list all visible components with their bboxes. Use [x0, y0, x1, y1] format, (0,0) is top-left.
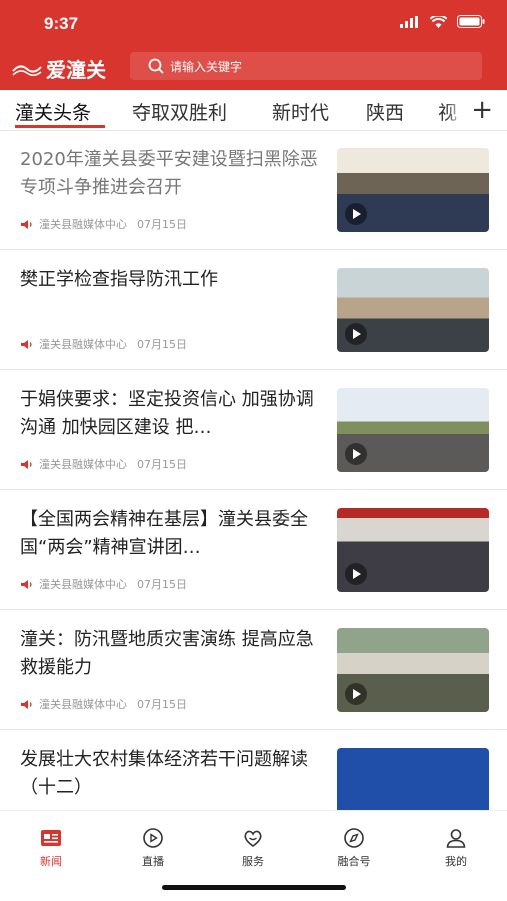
- nav-fusion[interactable]: 融合号: [319, 827, 389, 869]
- nav-profile[interactable]: 我的: [421, 827, 491, 869]
- news-meta: 潼关县融媒体中心 07月15日: [20, 336, 187, 352]
- add-channel-icon[interactable]: +: [471, 95, 493, 125]
- tab-new-era[interactable]: 新时代: [272, 98, 329, 125]
- news-thumbnail[interactable]: [337, 508, 489, 592]
- search-icon: [148, 58, 164, 74]
- status-bar: 9:37: [0, 0, 507, 44]
- nav-live-label: 直播: [142, 855, 164, 868]
- news-meta: 潼关县融媒体中心 07月15日: [20, 576, 187, 592]
- live-icon: [143, 828, 163, 848]
- speaker-icon[interactable]: [20, 699, 33, 710]
- news-date: 07月15日: [137, 218, 187, 231]
- news-source: 潼关县融媒体中心: [39, 458, 127, 471]
- logo-mark-icon: [12, 64, 42, 76]
- nav-service-label: 服务: [242, 855, 264, 868]
- news-thumbnail[interactable]: [337, 628, 489, 712]
- nav-news[interactable]: 新闻: [16, 827, 86, 869]
- tab-headlines[interactable]: 潼关头条: [15, 98, 91, 125]
- nav-fusion-label: 融合号: [337, 855, 371, 868]
- news-item[interactable]: 2020年潼关县委平安建设暨扫黑除恶专项斗争推进会召开 潼关县融媒体中心 07月…: [0, 130, 507, 250]
- news-meta: 潼关县融媒体中心 07月15日: [20, 216, 187, 232]
- status-icons: [400, 15, 485, 28]
- app-logo[interactable]: 爱潼关: [12, 54, 106, 83]
- home-indicator[interactable]: [162, 885, 346, 890]
- speaker-icon[interactable]: [20, 579, 33, 590]
- news-item[interactable]: 【全国两会精神在基层】潼关县委全国“两会”精神宣讲团… 潼关县融媒体中心 07月…: [0, 490, 507, 610]
- news-source: 潼关县融媒体中心: [39, 698, 127, 711]
- news-date: 07月15日: [137, 338, 187, 351]
- play-icon[interactable]: [345, 683, 367, 705]
- nav-profile-label: 我的: [445, 855, 467, 868]
- tab-shaanxi[interactable]: 陕西: [366, 98, 404, 125]
- news-date: 07月15日: [137, 458, 187, 471]
- news-title: 发展壮大农村集体经济若干问题解读（十二）: [20, 749, 308, 798]
- news-thumbnail[interactable]: [337, 148, 489, 232]
- speaker-icon[interactable]: [20, 219, 33, 230]
- news-meta: 潼关县融媒体中心 07月15日: [20, 456, 187, 472]
- news-source: 潼关县融媒体中心: [39, 578, 127, 591]
- nav-service[interactable]: 服务: [218, 827, 288, 869]
- news-list: 2020年潼关县委平安建设暨扫黑除恶专项斗争推进会召开 潼关县融媒体中心 07月…: [0, 130, 507, 850]
- news-source: 潼关县融媒体中心: [39, 338, 127, 351]
- active-tab-indicator: [15, 125, 105, 128]
- news-title: 樊正学检查指导防汛工作: [20, 269, 218, 290]
- battery-icon: [457, 15, 485, 28]
- tab-double-victory[interactable]: 夺取双胜利: [132, 98, 227, 125]
- play-icon[interactable]: [345, 203, 367, 225]
- news-meta: 潼关县融媒体中心 07月15日: [20, 696, 187, 712]
- news-title: 潼关：防汛暨地质灾害演练 提高应急救援能力: [20, 629, 314, 678]
- nav-live[interactable]: 直播: [118, 827, 188, 869]
- logo-text: 爱潼关: [46, 58, 106, 82]
- wifi-icon: [430, 15, 447, 28]
- news-date: 07月15日: [137, 578, 187, 591]
- speaker-icon[interactable]: [20, 339, 33, 350]
- play-icon[interactable]: [345, 563, 367, 585]
- compass-icon: [344, 828, 364, 848]
- news-title: 于娟侠要求：坚定投资信心 加强协调沟通 加快园区建设 把…: [20, 389, 314, 438]
- status-time: 9:37: [44, 14, 79, 33]
- search-placeholder: 请输入关键字: [170, 59, 243, 74]
- profile-icon: [446, 829, 466, 848]
- search-input[interactable]: 请输入关键字: [130, 52, 482, 80]
- news-source: 潼关县融媒体中心: [39, 218, 127, 231]
- news-item[interactable]: 潼关：防汛暨地质灾害演练 提高应急救援能力 潼关县融媒体中心 07月15日: [0, 610, 507, 730]
- app-header: 9:37 爱潼关 请输入关键字: [0, 0, 507, 90]
- news-date: 07月15日: [137, 698, 187, 711]
- news-icon: [41, 830, 61, 846]
- news-title: 2020年潼关县委平安建设暨扫黑除恶专项斗争推进会召开: [20, 149, 318, 198]
- play-icon[interactable]: [345, 443, 367, 465]
- news-thumbnail[interactable]: [337, 388, 489, 472]
- news-item[interactable]: 于娟侠要求：坚定投资信心 加强协调沟通 加快园区建设 把… 潼关县融媒体中心 0…: [0, 370, 507, 490]
- nav-news-label: 新闻: [40, 855, 62, 868]
- news-item[interactable]: 樊正学检查指导防汛工作 潼关县融媒体中心 07月15日: [0, 250, 507, 370]
- news-title: 【全国两会精神在基层】潼关县委全国“两会”精神宣讲团…: [20, 509, 308, 558]
- cellular-signal-icon: [400, 15, 418, 28]
- play-icon[interactable]: [345, 323, 367, 345]
- service-icon: [244, 830, 262, 847]
- news-thumbnail[interactable]: [337, 268, 489, 352]
- channel-tabs: 潼关头条 夺取双胜利 新时代 陕西 视 +: [0, 90, 507, 131]
- speaker-icon[interactable]: [20, 459, 33, 470]
